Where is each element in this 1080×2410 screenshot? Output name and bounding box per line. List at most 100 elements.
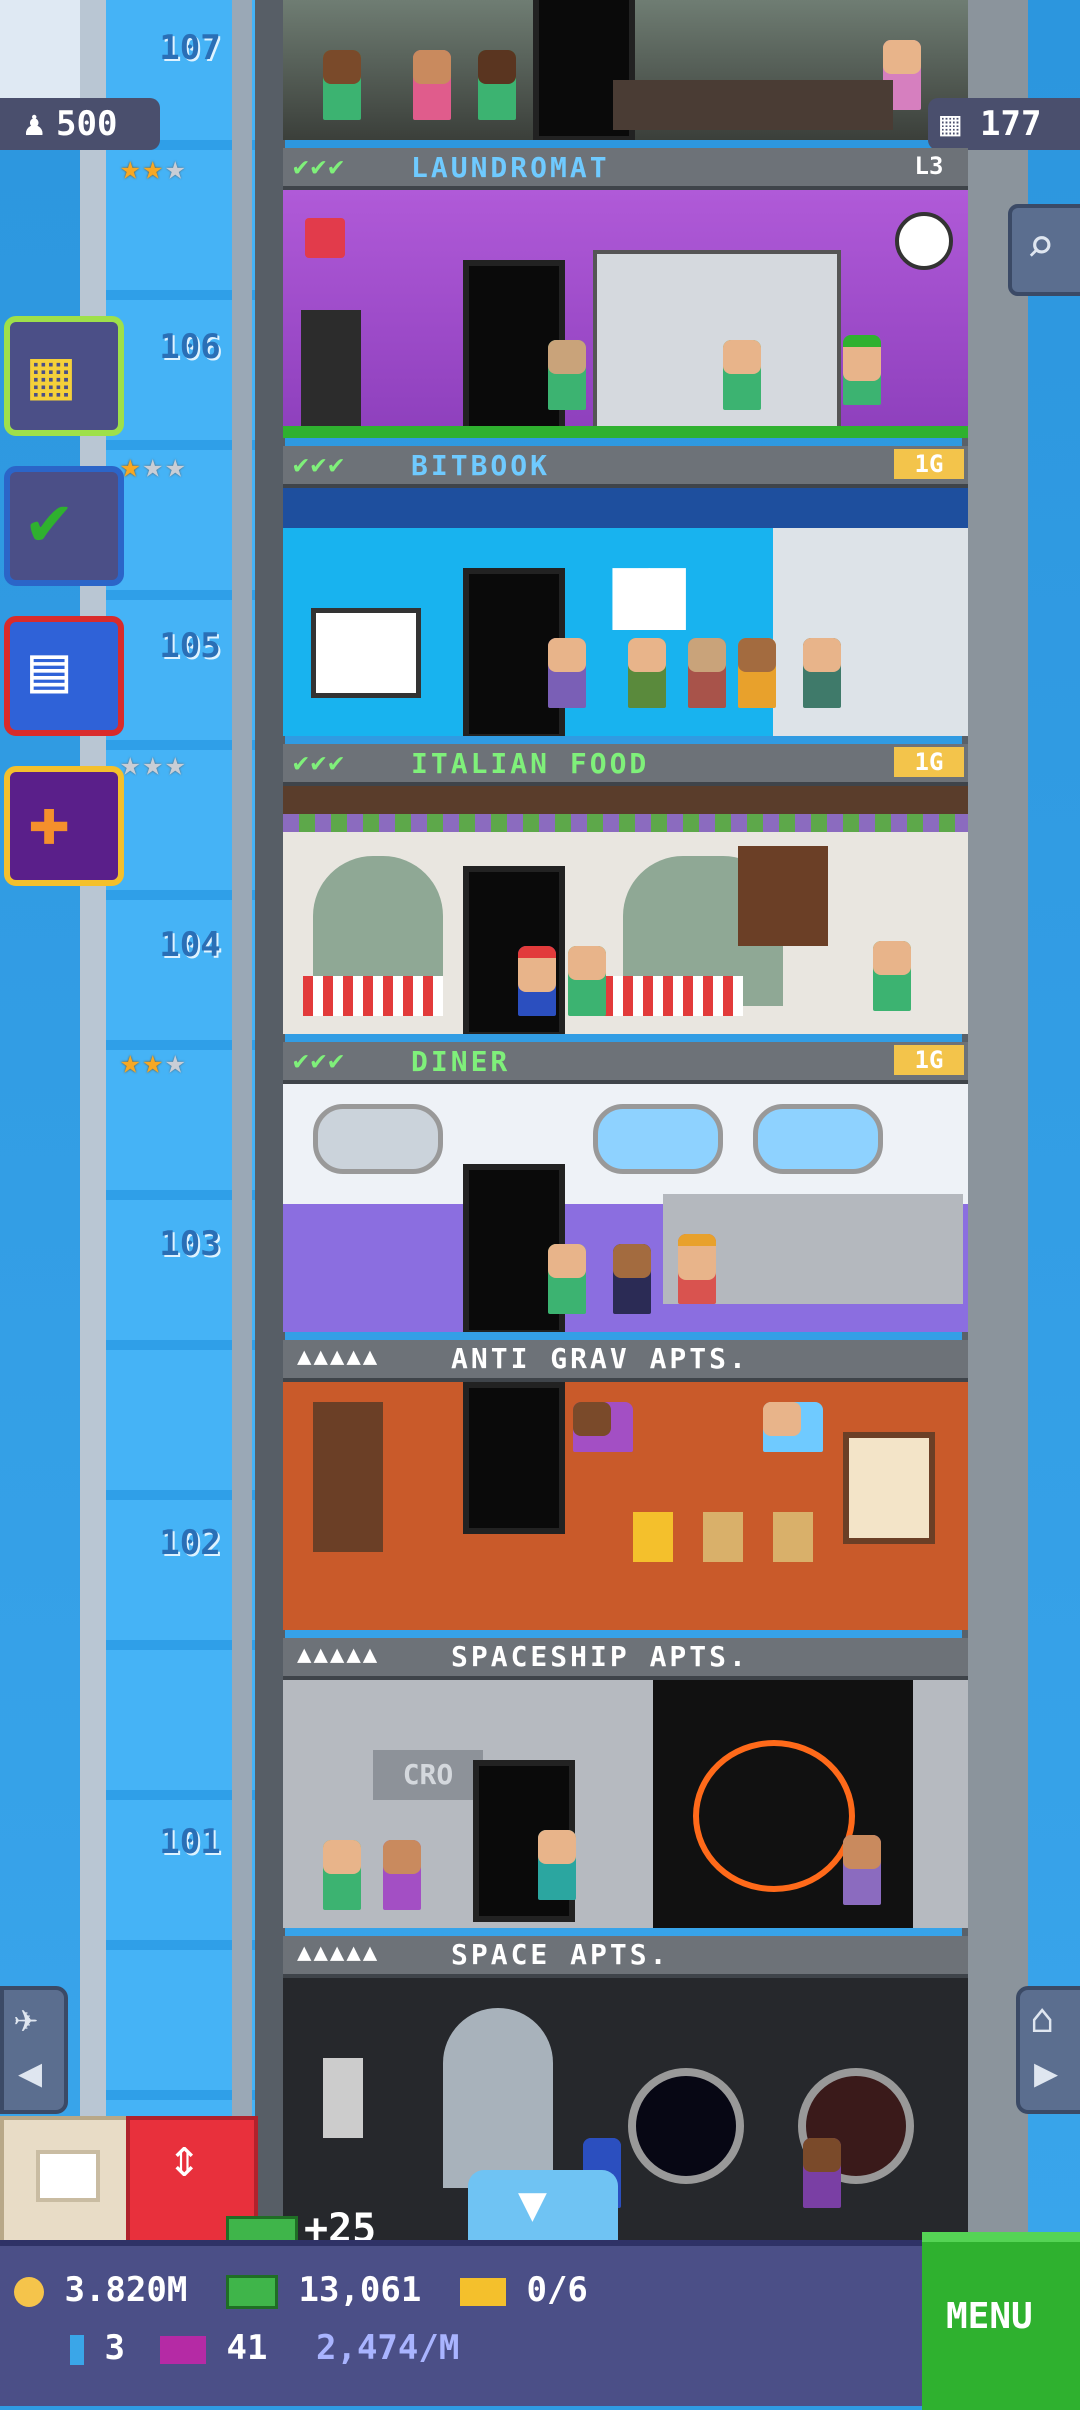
visit-button[interactable]: ✈ ◀ [0, 1986, 68, 2114]
floor-bitbook[interactable]: ▇▇ [283, 488, 968, 736]
guest[interactable] [518, 946, 556, 1016]
worker[interactable] [803, 638, 841, 708]
floor-anti-grav-apts[interactable] [283, 1382, 968, 1630]
worker[interactable] [843, 335, 881, 405]
floor-italian-food[interactable] [283, 786, 968, 1034]
resident[interactable] [323, 1840, 361, 1910]
clock-icon [895, 212, 953, 270]
home-button[interactable]: ⌂ ▶ [1016, 1986, 1080, 2114]
plane-icon: ✈ [14, 1996, 39, 2042]
arrow-right-icon: ▶ [1034, 2050, 1059, 2096]
floor-name: ANTI GRAV APTS. [451, 1342, 749, 1375]
customer[interactable] [723, 340, 761, 410]
floor-laundromat[interactable] [283, 190, 968, 438]
vip-icon [160, 2335, 206, 2364]
resident-floating[interactable] [573, 1402, 633, 1452]
resident-floating[interactable] [763, 1402, 823, 1452]
floor-name: ITALIAN FOOD [411, 747, 650, 780]
missions-button[interactable]: ✔ [4, 466, 124, 586]
stock-checks: ✔✔✔ [293, 1046, 346, 1076]
picture-frame [703, 1512, 743, 1562]
up-down-arrows-icon: ⇕ [168, 2126, 201, 2189]
dining-table [603, 976, 743, 1016]
floor-name: LAUNDROMAT [411, 151, 610, 184]
checklist-icon: ✔ [28, 479, 71, 561]
resident[interactable] [843, 1835, 881, 1905]
tickets-display[interactable]: 0/6 [460, 2270, 588, 2310]
gift-icon: ✚ [28, 779, 71, 861]
resident-slots: ▲▲▲▲▲ [297, 1342, 380, 1370]
customer[interactable] [548, 340, 586, 410]
worker[interactable] [548, 638, 586, 708]
floor-name: SPACE APTS. [451, 1938, 670, 1971]
guest[interactable] [478, 50, 516, 120]
guest[interactable] [548, 1244, 586, 1314]
floor-banner-laundromat[interactable]: ✔✔✔ LAUNDROMAT L3 [283, 148, 968, 190]
floor-banner-italian-food[interactable]: ✔✔✔ ITALIAN FOOD 1G [283, 744, 968, 786]
floor-banner-diner[interactable]: ✔✔✔ DINER 1G [283, 1042, 968, 1084]
washing-machines [593, 250, 841, 438]
wine-rack [738, 846, 828, 946]
floor-spaceship-apts[interactable]: CRO [283, 1680, 968, 1928]
counter [613, 80, 893, 130]
floor-diner[interactable] [283, 1084, 968, 1332]
floor-name: DINER [411, 1045, 511, 1078]
control-panel [323, 2058, 363, 2138]
floor-space-apts[interactable] [283, 1978, 968, 2240]
floor-level: 1G [894, 449, 964, 479]
cro-sign: CRO [373, 1750, 483, 1800]
scroll-down-button[interactable]: ▼ [468, 2170, 618, 2240]
grape-vines [283, 814, 968, 832]
vip-value: 41 [226, 2328, 268, 2368]
worker[interactable] [688, 638, 726, 708]
zoom-button[interactable]: ⌕ [1008, 204, 1080, 296]
bux-display[interactable]: 13,061 [226, 2270, 421, 2310]
floor-banner-spaceship-apts[interactable]: ▲▲▲▲▲ SPACESHIP APTS. [283, 1638, 968, 1680]
elevator-car[interactable] [0, 2116, 132, 2248]
build-floor-button[interactable]: ▦ [4, 316, 124, 436]
floor-number: 104 [159, 925, 221, 965]
menu-button[interactable]: MENU [922, 2232, 1080, 2410]
floor-stars: ★★★ [120, 446, 188, 486]
worker[interactable] [738, 638, 776, 708]
floor-name: BITBOOK [411, 449, 551, 482]
porthole-window [593, 1104, 723, 1174]
floor-counter[interactable]: ▦ 177 [928, 98, 1080, 150]
dining-table [303, 976, 443, 1016]
bookshelf [313, 1402, 383, 1552]
calendar-button[interactable]: ▤ [4, 616, 124, 736]
guest[interactable] [413, 50, 451, 120]
floor-banner-bitbook[interactable]: ✔✔✔ BITBOOK 1G [283, 446, 968, 488]
floor-stars: ★★★ [120, 1042, 188, 1082]
worker[interactable] [628, 638, 666, 708]
resident[interactable] [383, 1840, 421, 1910]
picture-frame [633, 1512, 673, 1562]
floor-top-restaurant[interactable] [283, 0, 968, 140]
population-value: 500 [56, 104, 118, 144]
income-rate: 2,474/M [316, 2328, 460, 2368]
stock-checks: ✔✔✔ [293, 748, 346, 778]
worker[interactable] [678, 1234, 716, 1304]
elevator-upgrades-display[interactable]: 3 [70, 2328, 125, 2368]
guest[interactable] [323, 50, 361, 120]
worker[interactable] [873, 941, 911, 1011]
bottom-hud: 3.820M 13,061 0/6 3 41 2,474/M [0, 2240, 1080, 2406]
floor-number: 105 [159, 626, 221, 666]
coins-display[interactable]: 3.820M [14, 2270, 187, 2310]
tickets-value: 0/6 [526, 2270, 588, 2310]
floor-banner-anti-grav-apts[interactable]: ▲▲▲▲▲ ANTI GRAV APTS. [283, 1340, 968, 1382]
resident[interactable] [803, 2138, 841, 2208]
ticket-icon [460, 2277, 506, 2306]
stock-checks: ✔✔✔ [293, 450, 346, 480]
floor-stars: ★★★ [120, 744, 188, 784]
guest[interactable] [568, 946, 606, 1016]
population-counter[interactable]: ♟ 500 [0, 98, 160, 150]
tower-side-wall [962, 0, 1028, 2240]
resident[interactable] [538, 1830, 576, 1900]
guest[interactable] [613, 1244, 651, 1314]
floor-banner-space-apts[interactable]: ▲▲▲▲▲ SPACE APTS. [283, 1936, 968, 1978]
gift-button[interactable]: ✚ [4, 766, 124, 886]
house-icon: ⌂ [1030, 1996, 1055, 2042]
coin-icon [14, 2276, 44, 2307]
vip-display[interactable]: 41 [160, 2328, 267, 2368]
